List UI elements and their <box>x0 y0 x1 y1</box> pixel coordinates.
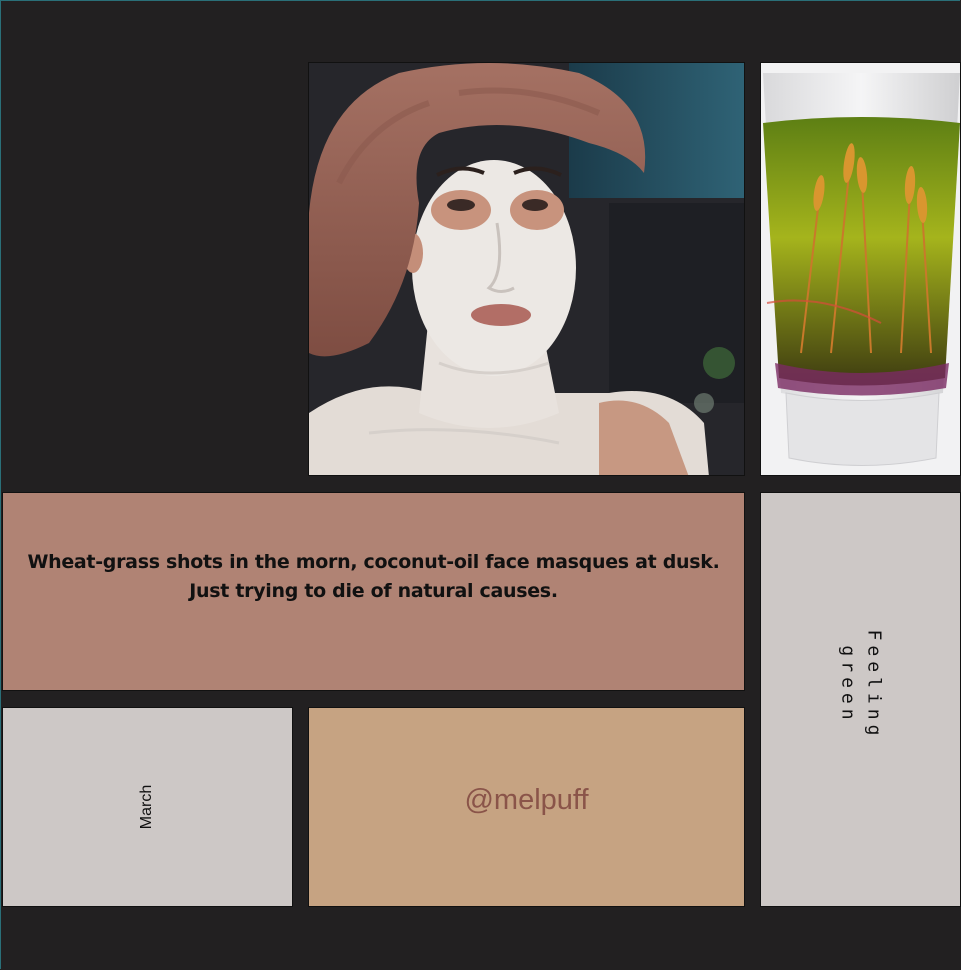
feeling-label: Feeling green <box>834 629 886 740</box>
quote-card: Wheat-grass shots in the morn, coconut-o… <box>2 492 745 691</box>
feeling-line-1: Feeling <box>863 629 885 740</box>
feeling-line-2: green <box>837 644 859 725</box>
social-handle: @melpuff <box>464 783 589 816</box>
month-label: March <box>138 784 156 830</box>
quote-line-1: Wheat-grass shots in the morn, coconut-o… <box>27 550 720 573</box>
quote-text: Wheat-grass shots in the morn, coconut-o… <box>24 548 724 606</box>
month-card: March <box>2 707 293 907</box>
wheatgrass-shot-photo <box>760 62 961 476</box>
face-mask-illustration <box>309 63 744 475</box>
quote-line-2: Just trying to die of natural causes. <box>189 579 558 602</box>
wheatgrass-glass-illustration <box>761 63 960 475</box>
feeling-green-card: Feeling green <box>760 492 961 907</box>
face-mask-photo <box>308 62 745 476</box>
handle-card: @melpuff <box>308 707 745 907</box>
